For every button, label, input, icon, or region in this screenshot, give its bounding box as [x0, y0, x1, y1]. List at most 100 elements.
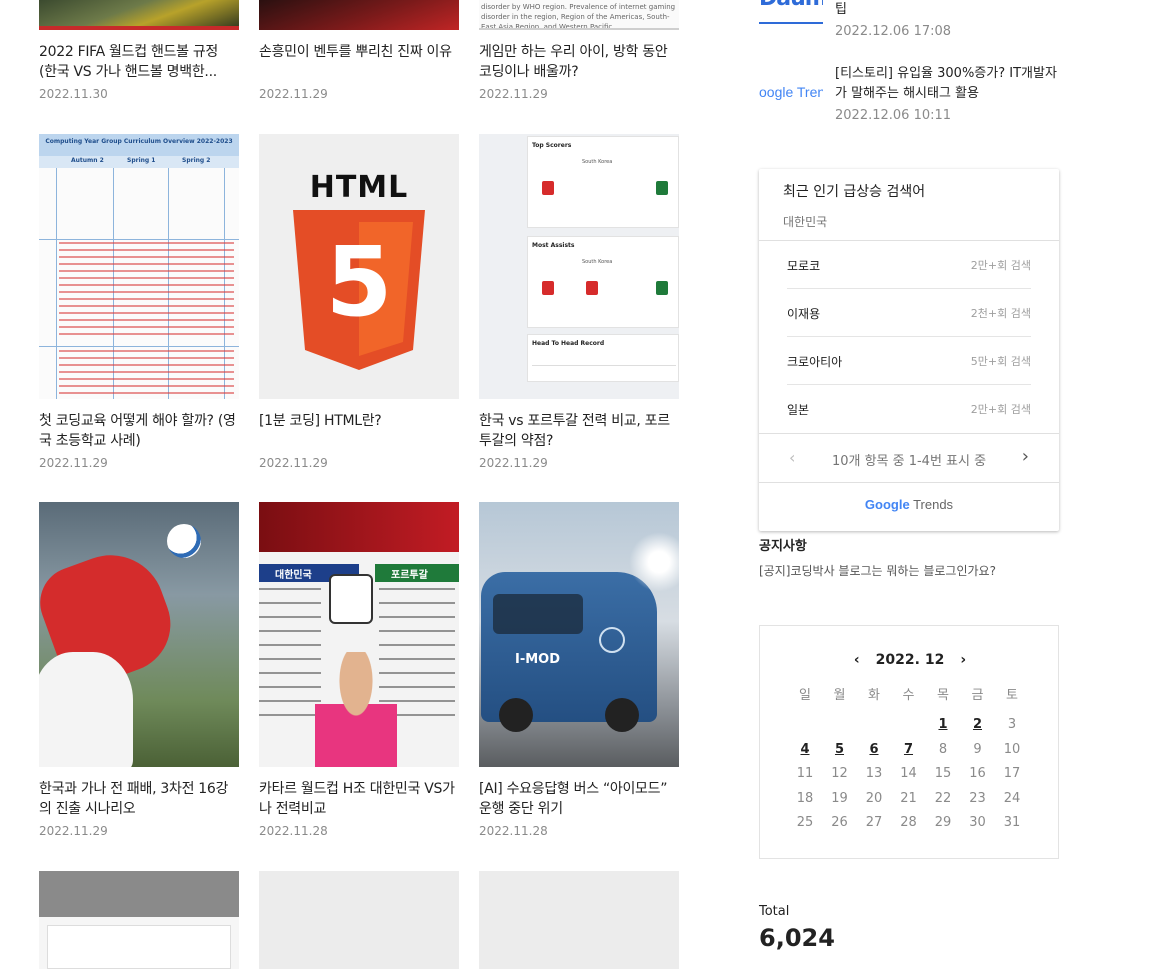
- post-title[interactable]: 손흥민이 벤투를 뿌리친 진짜 이유: [259, 42, 459, 82]
- calendar-day: 29: [934, 815, 952, 830]
- bus-wheel: [605, 698, 639, 732]
- total-label: Total: [759, 904, 790, 919]
- calendar-next-button[interactable]: ›: [960, 652, 966, 668]
- trend-term[interactable]: 일본: [787, 401, 809, 418]
- trend-row[interactable]: 모로코 2만+회 검색: [787, 241, 1031, 289]
- thumbnail-strip: [39, 26, 239, 30]
- trend-term[interactable]: 모로코: [787, 257, 820, 274]
- calendar-day-link[interactable]: 2: [961, 717, 995, 732]
- post-thumbnail[interactable]: disorder by WHO region. Prevalence of in…: [479, 0, 679, 30]
- post-thumbnail[interactable]: [259, 0, 459, 30]
- google-trends-logo: oogle Tren: [759, 84, 823, 100]
- trend-term[interactable]: 이재용: [787, 305, 820, 322]
- post-title[interactable]: [1분 코딩] HTML란?: [259, 411, 459, 451]
- post-card[interactable]: HTML 5 [1분 코딩] HTML란? 2022.11.29: [259, 134, 459, 470]
- jersey-icon: [542, 281, 554, 295]
- curriculum-divider: [39, 239, 239, 240]
- post-thumbnail[interactable]: [39, 0, 239, 30]
- trend-term[interactable]: 크로아티아: [787, 353, 842, 370]
- trend-count: 5만+회 검색: [970, 355, 1031, 368]
- team-name: 포르투갈: [391, 570, 428, 581]
- calendar-day: 15: [934, 766, 952, 781]
- calendar-day: 12: [831, 766, 848, 781]
- post-title[interactable]: 첫 코딩교육 어떻게 해야 할까? (영국 초등학교 사례): [39, 411, 239, 451]
- post-thumbnail[interactable]: HTML 5: [259, 134, 459, 399]
- post-title[interactable]: 2022 FIFA 월드컵 핸드볼 규정 (한국 VS 가나 핸드볼 명백한..…: [39, 42, 239, 82]
- post-thumbnail[interactable]: [259, 871, 459, 969]
- post-card[interactable]: 손흥민이 벤투를 뿌리친 진짜 이유 2022.11.29: [259, 0, 459, 101]
- post-card[interactable]: disorder by WHO region. Prevalence of in…: [479, 0, 679, 101]
- trends-pager: ‹ 10개 항목 중 1-4번 표시 중 ›: [759, 433, 1059, 483]
- post-card[interactable]: [259, 871, 459, 969]
- post-card[interactable]: 대한민국 포르투갈 카타르 월드컵 H조 대한민국 VS가나 전력비교 2022…: [259, 502, 459, 838]
- calendar-day: 18: [796, 790, 814, 806]
- notice-link[interactable]: [공지]코딩박사 블로그는 뭐하는 블로그인가요?: [759, 562, 996, 579]
- crest-icon: [329, 574, 373, 624]
- recent-post-title[interactable]: [티스토리] 유입율 300%증가? IT개발자가 말해주는 해시태그 활용: [835, 64, 1059, 104]
- calendar-day-link[interactable]: 6: [857, 742, 891, 757]
- post-title[interactable]: 게임만 하는 우리 아이, 방학 동안 코딩이나 배울까?: [479, 42, 679, 82]
- calendar-weekday: 금: [971, 688, 984, 703]
- post-date: 2022.11.29: [479, 87, 548, 101]
- post-thumbnail[interactable]: I-MOD: [479, 502, 679, 767]
- post-title[interactable]: [AI] 수요응답형 버스 “아이모드” 운행 중단 위기: [479, 779, 679, 819]
- calendar-day-link[interactable]: 7: [892, 742, 926, 757]
- calendar-day: 21: [900, 790, 917, 806]
- google-trends-brand[interactable]: Google Trends: [759, 497, 1059, 512]
- post-card[interactable]: [39, 871, 239, 969]
- stats-panel: Head To Head Record: [527, 334, 679, 382]
- trend-row[interactable]: 크로아티아 5만+회 검색: [787, 337, 1031, 385]
- curriculum-header-row: Autumn 2 Spring 1 Spring 2: [39, 156, 239, 168]
- recent-post-thumbnail[interactable]: Daum: [759, 0, 823, 28]
- calendar-weekday: 일: [799, 688, 811, 703]
- jersey-icon: [656, 181, 668, 195]
- calendar-day: 10: [1003, 741, 1021, 757]
- recent-post[interactable]: Daum 팁 2022.12.06 17:08: [759, 0, 1059, 70]
- calendar-day-link[interactable]: 1: [926, 717, 960, 732]
- bus-wheel: [499, 698, 533, 732]
- thumbnail-snippet: disorder by WHO region. Prevalence of in…: [481, 3, 676, 28]
- stats-lines: [259, 588, 321, 718]
- calendar-weekday: 수: [902, 688, 915, 703]
- chevron-right-icon[interactable]: ›: [1022, 446, 1029, 467]
- post-card[interactable]: 한국과 가나 전 패배, 3차전 16강의 진출 시나리오 2022.11.29: [39, 502, 239, 838]
- post-card[interactable]: I-MOD [AI] 수요응답형 버스 “아이모드” 운행 중단 위기 2022…: [479, 502, 679, 838]
- post-card[interactable]: [479, 871, 679, 969]
- trend-row[interactable]: 일본 2만+회 검색: [787, 385, 1031, 433]
- curriculum-divider: [39, 346, 239, 347]
- calendar-day: 30: [969, 815, 986, 830]
- post-date: 2022.11.28: [259, 824, 328, 838]
- calendar-day-link[interactable]: 4: [788, 742, 822, 757]
- post-card[interactable]: Top Scorers South Korea Most Assists Sou…: [479, 134, 679, 470]
- post-thumbnail[interactable]: [39, 502, 239, 767]
- post-title[interactable]: 한국 vs 포르투갈 전력 비교, 포르투갈의 약점?: [479, 411, 679, 451]
- trend-count: 2만+회 검색: [970, 403, 1031, 416]
- post-title[interactable]: 한국과 가나 전 패배, 3차전 16강의 진출 시나리오: [39, 779, 239, 819]
- calendar-day-link[interactable]: 5: [823, 742, 857, 757]
- post-card[interactable]: 2022 FIFA 월드컵 핸드볼 규정 (한국 VS 가나 핸드볼 명백한..…: [39, 0, 239, 101]
- thumbnail-header: [39, 871, 239, 917]
- recent-post[interactable]: oogle Tren [티스토리] 유입율 300%증가? IT개발자가 말해주…: [759, 64, 1059, 134]
- post-card[interactable]: Computing Year Group Curriculum Overview…: [39, 134, 239, 470]
- post-thumbnail[interactable]: [39, 871, 239, 969]
- post-title[interactable]: 카타르 월드컵 H조 대한민국 VS가나 전력비교: [259, 779, 459, 819]
- recent-post-date: 2022.12.06 10:11: [835, 108, 952, 123]
- calendar-weekday: 화: [868, 688, 880, 703]
- calendar-day: 19: [831, 790, 848, 806]
- trends-wordmark: Trends: [909, 497, 954, 512]
- calendar-day: 14: [900, 766, 917, 781]
- calendar-day: 3: [1007, 717, 1017, 732]
- post-thumbnail[interactable]: Computing Year Group Curriculum Overview…: [39, 134, 239, 399]
- stats-heading: Top Scorers: [532, 142, 572, 149]
- trend-row[interactable]: 이재용 2천+회 검색: [787, 289, 1031, 337]
- stats-team: South Korea: [582, 159, 613, 165]
- logo-underline: [759, 22, 823, 24]
- recent-post-thumbnail[interactable]: oogle Tren: [759, 84, 823, 114]
- team-bar: 포르투갈: [375, 564, 459, 582]
- recent-post-title[interactable]: 팁: [835, 0, 1059, 20]
- post-thumbnail[interactable]: 대한민국 포르투갈: [259, 502, 459, 767]
- post-thumbnail[interactable]: [479, 871, 679, 969]
- calendar-day: 24: [1003, 790, 1021, 806]
- calendar-prev-button[interactable]: ‹: [854, 652, 860, 668]
- post-thumbnail[interactable]: Top Scorers South Korea Most Assists Sou…: [479, 134, 679, 399]
